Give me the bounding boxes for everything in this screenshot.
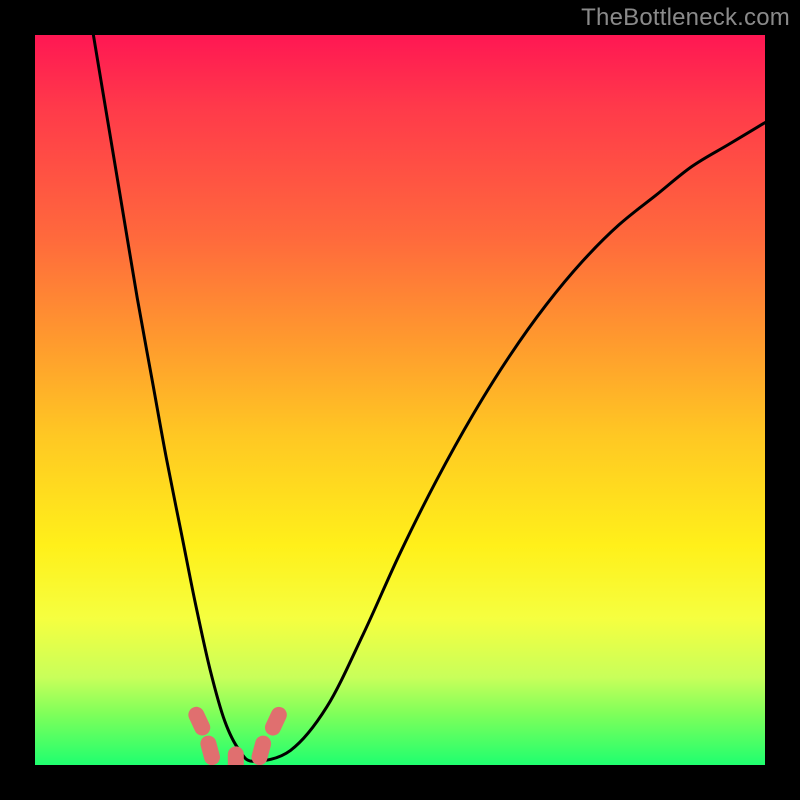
marker-right-2 bbox=[262, 704, 289, 738]
plot-area bbox=[35, 35, 765, 765]
chart-frame: TheBottleneck.com bbox=[0, 0, 800, 800]
curve-markers bbox=[186, 704, 290, 765]
bottleneck-curve bbox=[93, 35, 765, 761]
marker-left-1 bbox=[186, 704, 213, 738]
marker-bottom bbox=[228, 746, 244, 765]
marker-left-2 bbox=[199, 734, 222, 765]
watermark-text: TheBottleneck.com bbox=[581, 4, 790, 32]
curve-svg bbox=[35, 35, 765, 765]
